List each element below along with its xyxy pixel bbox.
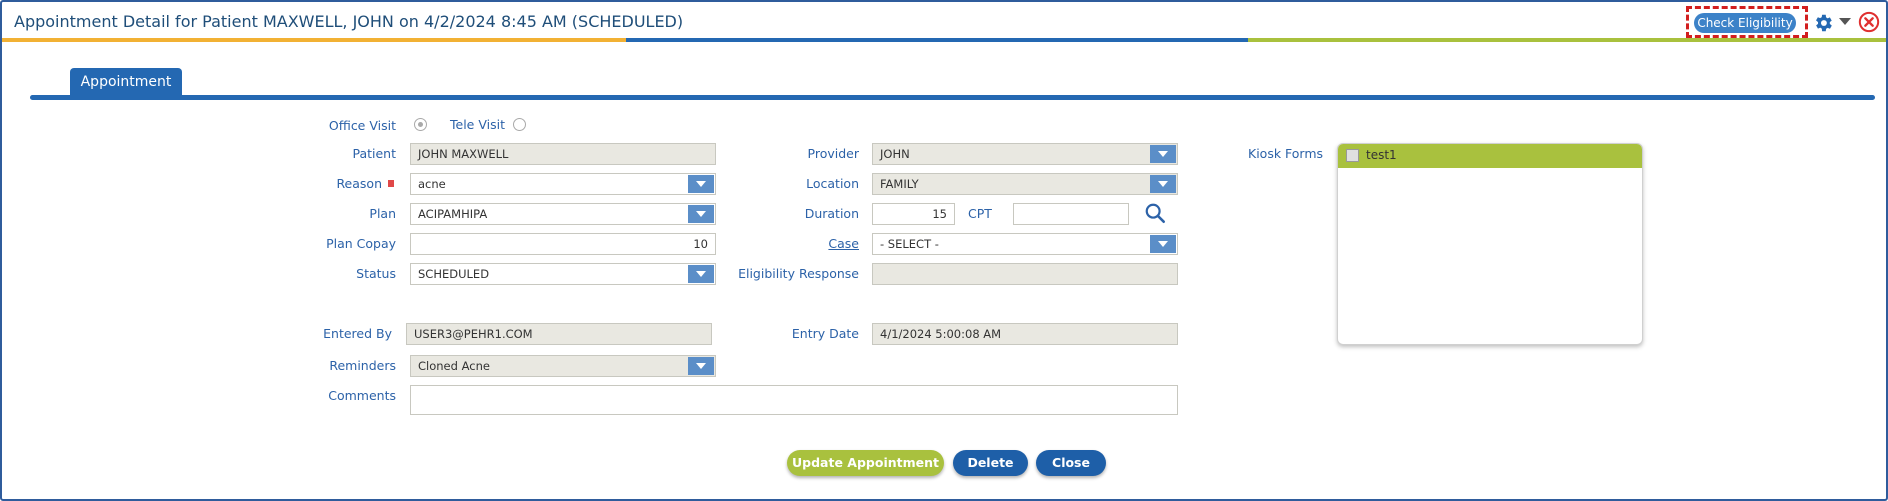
kiosk-forms-list: test1 <box>1337 143 1643 345</box>
reason-label: Reason <box>336 176 382 191</box>
status-value: SCHEDULED <box>418 267 490 281</box>
eligibility-response-field <box>872 263 1178 285</box>
title-stripe-orange <box>2 38 626 42</box>
chevron-down-icon[interactable] <box>688 357 714 375</box>
close-circle-icon[interactable] <box>1858 11 1880 33</box>
comments-input[interactable] <box>410 385 1178 415</box>
location-select[interactable]: FAMILY <box>872 173 1178 195</box>
case-link[interactable]: Case <box>828 236 859 251</box>
chevron-down-icon[interactable] <box>1839 18 1851 25</box>
duration-input[interactable]: 15 <box>872 203 955 225</box>
search-icon[interactable] <box>1144 202 1166 224</box>
reason-select[interactable]: acne <box>410 173 716 195</box>
plan-copay-label: Plan Copay <box>326 236 396 251</box>
office-visit-radio[interactable] <box>414 118 427 131</box>
office-visit-label: Office Visit <box>328 118 396 133</box>
delete-button[interactable]: Delete <box>953 450 1028 476</box>
provider-value: JOHN <box>880 147 910 161</box>
tab-appointment[interactable]: Appointment <box>70 68 182 96</box>
window-title: Appointment Detail for Patient MAXWELL, … <box>14 12 684 31</box>
kiosk-form-item-label: test1 <box>1366 148 1397 162</box>
chevron-down-icon[interactable] <box>688 175 714 193</box>
kiosk-forms-label: Kiosk Forms <box>1248 146 1324 161</box>
entered-by-label: Entered By <box>323 326 392 341</box>
entered-by-field: USER3@PEHR1.COM <box>406 323 712 345</box>
tele-visit-label: Tele Visit <box>450 117 505 132</box>
appointment-detail-window: Appointment Detail for Patient MAXWELL, … <box>0 0 1888 501</box>
case-label: Case <box>722 236 859 251</box>
comments-label: Comments <box>328 388 396 403</box>
cpt-input[interactable] <box>1013 203 1129 225</box>
chevron-down-icon[interactable] <box>1150 145 1176 163</box>
plan-select[interactable]: ACIPAMHIPA <box>410 203 716 225</box>
eligibility-response-label: Eligibility Response <box>738 266 859 281</box>
update-appointment-button[interactable]: Update Appointment <box>787 450 944 476</box>
plan-copay-input[interactable]: 10 <box>410 233 716 255</box>
patient-label: Patient <box>352 146 396 161</box>
reminders-select[interactable]: Cloned Acne <box>410 355 716 377</box>
required-marker <box>388 180 394 187</box>
location-value: FAMILY <box>880 177 919 191</box>
plan-label: Plan <box>369 206 396 221</box>
gear-icon[interactable] <box>1812 12 1834 34</box>
provider-select[interactable]: JOHN <box>872 143 1178 165</box>
plan-value: ACIPAMHIPA <box>418 207 488 221</box>
status-label: Status <box>356 266 396 281</box>
kiosk-form-item[interactable]: test1 <box>1338 144 1642 168</box>
reason-value: acne <box>418 177 446 191</box>
check-eligibility-highlight: Check Eligibility <box>1686 6 1808 38</box>
case-select[interactable]: - SELECT - <box>872 233 1178 255</box>
cpt-label: CPT <box>968 206 992 221</box>
chevron-down-icon[interactable] <box>688 265 714 283</box>
duration-label: Duration <box>804 206 859 221</box>
reminders-label: Reminders <box>329 358 396 373</box>
case-value: - SELECT - <box>880 237 939 251</box>
entry-date-label: Entry Date <box>791 326 859 341</box>
status-select[interactable]: SCHEDULED <box>410 263 716 285</box>
chevron-down-icon[interactable] <box>1150 235 1176 253</box>
chevron-down-icon[interactable] <box>1150 175 1176 193</box>
provider-label: Provider <box>807 146 859 161</box>
entry-date-field: 4/1/2024 5:00:08 AM <box>872 323 1178 345</box>
reminders-value: Cloned Acne <box>418 359 490 373</box>
chevron-down-icon[interactable] <box>688 205 714 223</box>
title-bar: Appointment Detail for Patient MAXWELL, … <box>2 2 1886 42</box>
close-button[interactable]: Close <box>1036 450 1106 476</box>
check-eligibility-button[interactable]: Check Eligibility <box>1694 13 1796 33</box>
tele-visit-radio[interactable] <box>513 118 526 131</box>
title-stripe-blue <box>626 38 1248 42</box>
location-label: Location <box>806 176 859 191</box>
tab-underline <box>30 95 1875 100</box>
kiosk-form-checkbox[interactable] <box>1346 149 1359 162</box>
title-stripe-green <box>1248 38 1886 42</box>
patient-field: JOHN MAXWELL <box>410 143 716 165</box>
